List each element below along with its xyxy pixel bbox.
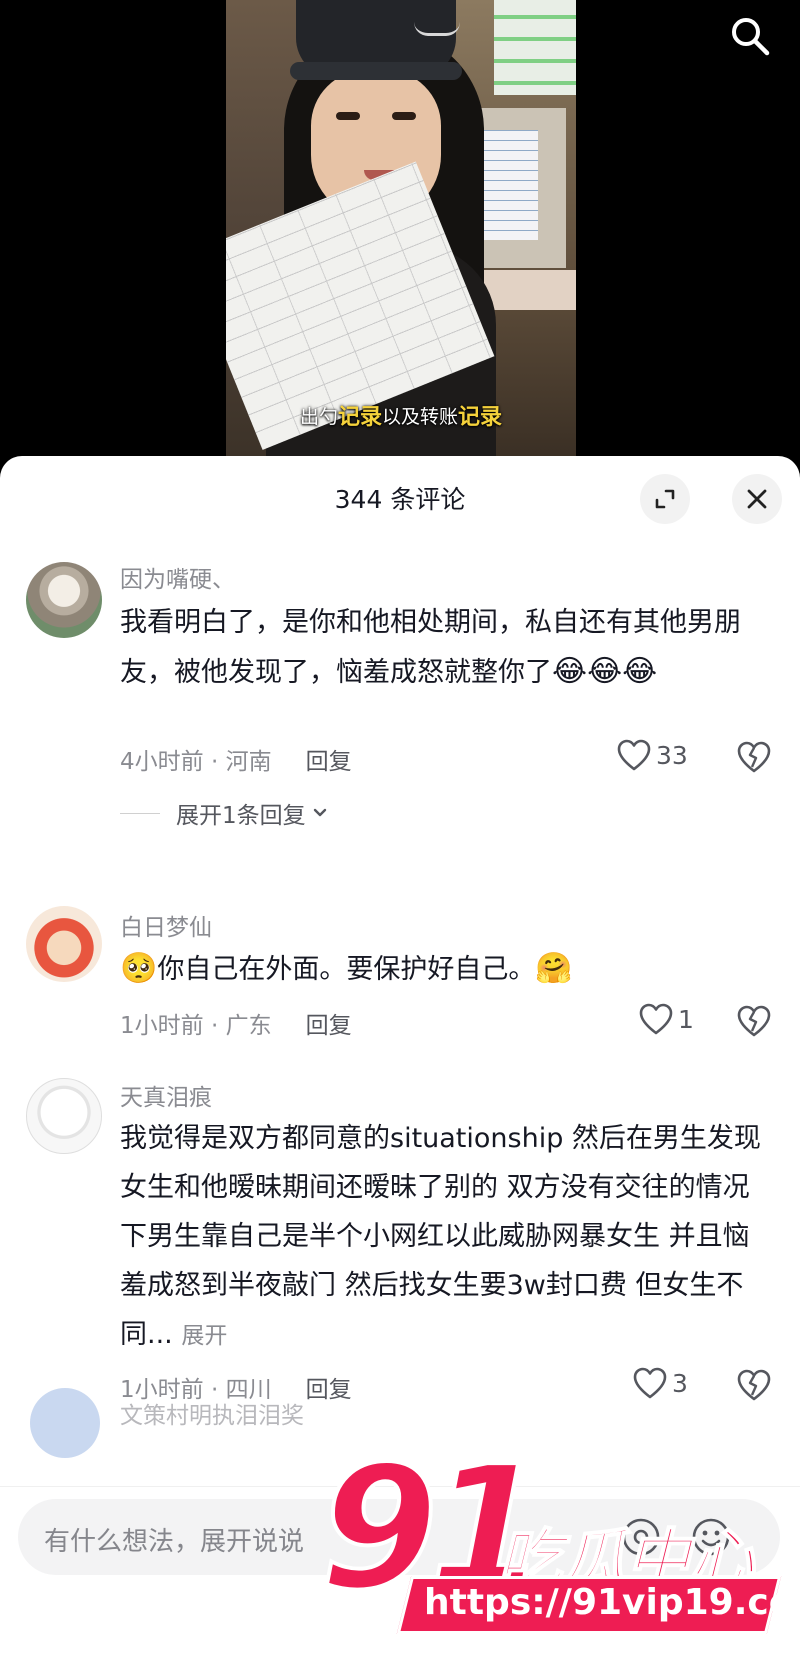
like-count: 33: [656, 740, 688, 770]
comment-time-location: 4小时前 · 河南: [120, 749, 272, 775]
laughing-emoji-icon: 😂: [587, 654, 623, 689]
pleading-emoji-icon: 🥺: [120, 951, 158, 986]
like-button[interactable]: 3: [632, 1366, 688, 1400]
search-icon: [732, 18, 770, 56]
avatar[interactable]: [26, 906, 102, 982]
caption-highlight: 记录: [338, 405, 383, 430]
expand-replies-label: 展开1条回复: [176, 803, 306, 829]
comment-input-placeholder: 有什么想法，展开说说: [44, 1527, 305, 1557]
reply-button[interactable]: 回复: [306, 1370, 352, 1404]
expand-replies-button[interactable]: 展开1条回复: [120, 796, 330, 830]
comment-text: 我看明白了，是你和他相处期间，私自还有其他男朋友，被他发现了，恼羞成怒就整你了😂…: [120, 598, 770, 697]
broken-heart-icon: [737, 1369, 771, 1401]
heart-icon: [639, 1003, 673, 1035]
dislike-button[interactable]: [736, 1368, 772, 1406]
chat-screenshot-overlay: [494, 0, 576, 95]
comments-header: 344 条评论: [0, 456, 800, 540]
comment-username[interactable]: 文策村明执泪泪奖: [120, 1396, 304, 1430]
emoji-icon[interactable]: [688, 1514, 734, 1560]
dislike-button[interactable]: [736, 740, 772, 778]
like-count: 1: [678, 1004, 694, 1034]
cap-brim: [290, 62, 462, 80]
comment-input[interactable]: 有什么想法，展开说说: [18, 1499, 780, 1575]
comment-username[interactable]: 因为嘴硬、: [120, 560, 235, 594]
comments-panel: 344 条评论 因为嘴硬、 我看明白了，是你和他相处期间，私自还有其他男朋友，被…: [0, 456, 800, 1656]
comment-meta: 1小时前 · 广东 回复: [120, 1006, 352, 1040]
avatar[interactable]: [30, 1388, 100, 1458]
person-eye: [336, 112, 360, 120]
video-player[interactable]: 出勺 记录 以及转账 记录: [0, 0, 800, 460]
chevron-down-icon: [313, 808, 326, 817]
dislike-button[interactable]: [736, 1004, 772, 1042]
divider: [120, 812, 160, 814]
reply-button[interactable]: 回复: [306, 742, 352, 776]
laughing-emoji-icon: 😂: [622, 654, 658, 689]
caption-part: 出勺: [300, 405, 339, 428]
comment-text: 🥺你自己在外面。要保护好自己。🤗: [120, 944, 770, 994]
heart-icon: [617, 739, 651, 771]
comment-input-bar: 有什么想法，展开说说: [0, 1486, 800, 1656]
broken-heart-icon: [737, 741, 771, 773]
comment-meta: 4小时前 · 河南 回复: [120, 742, 352, 776]
comment-body: 你自己在外面。要保护好自己。: [157, 954, 536, 985]
like-button[interactable]: 1: [638, 1002, 694, 1036]
comment-time-location: 1小时前 · 广东: [120, 1013, 272, 1039]
expand-panel-button[interactable]: [640, 474, 690, 524]
comment-username[interactable]: 白日梦仙: [120, 908, 212, 942]
caption-part: 以及转账: [382, 405, 459, 428]
expand-icon: [655, 489, 675, 509]
hugging-emoji-icon: 🤗: [535, 951, 573, 986]
mention-icon[interactable]: [618, 1514, 664, 1560]
like-button[interactable]: 33: [616, 738, 688, 772]
expand-text-link[interactable]: 展开: [181, 1323, 227, 1349]
search-button[interactable]: [724, 10, 776, 62]
comment-text: 我觉得是双方都同意的situationship 然后在男生发现女生和他暧昧期间还…: [120, 1114, 770, 1361]
avatar[interactable]: [26, 1078, 102, 1154]
comment-username[interactable]: 天真泪痕: [120, 1078, 212, 1112]
close-icon: [747, 489, 767, 509]
avatar[interactable]: [26, 562, 102, 638]
laughing-emoji-icon: 😂: [552, 654, 588, 689]
comment-body: 我觉得是双方都同意的situationship 然后在男生发现女生和他暧昧期间还…: [120, 1123, 761, 1350]
like-count: 3: [672, 1368, 688, 1398]
broken-heart-icon: [737, 1005, 771, 1037]
video-frame: [226, 0, 576, 460]
video-caption: 出勺 记录 以及转账 记录: [300, 398, 502, 432]
heart-icon: [633, 1367, 667, 1399]
reply-button[interactable]: 回复: [306, 1006, 352, 1040]
close-panel-button[interactable]: [732, 474, 782, 524]
person-eye: [392, 112, 416, 120]
caption-highlight: 记录: [458, 405, 503, 430]
